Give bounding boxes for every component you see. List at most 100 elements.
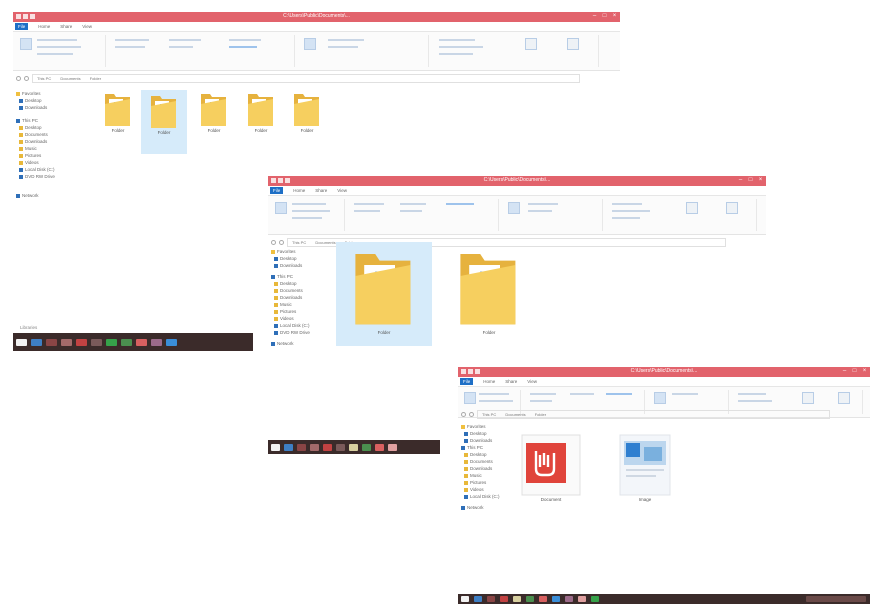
app-icon[interactable]	[539, 596, 547, 602]
back-button[interactable]	[271, 239, 276, 245]
nav-favorites[interactable]: Favorites	[458, 423, 513, 430]
nav-videos[interactable]: Videos	[458, 486, 513, 493]
nav-music[interactable]: Music	[458, 472, 513, 479]
tab-share[interactable]: Share	[315, 188, 327, 193]
folder-item[interactable]: Folder	[141, 90, 187, 154]
properties-icon[interactable]	[726, 202, 738, 214]
file-item[interactable]: Image	[610, 433, 680, 502]
nav-this-pc[interactable]: This PC	[458, 444, 513, 451]
tab-file[interactable]: File	[15, 23, 29, 30]
nav-network[interactable]: Network	[458, 504, 513, 511]
copy-icon[interactable]	[20, 38, 32, 50]
close-button[interactable]: ×	[757, 177, 764, 184]
breadcrumb-item[interactable]: Documents	[505, 412, 525, 417]
nav-documents[interactable]: Documents	[458, 458, 513, 465]
nav-downloads[interactable]: Downloads	[13, 104, 85, 111]
close-button[interactable]: ×	[611, 13, 618, 20]
properties-icon[interactable]	[838, 392, 850, 404]
maximize-button[interactable]: □	[601, 13, 608, 20]
nav-local-disk[interactable]: Local Disk (C:)	[13, 166, 85, 173]
app-icon[interactable]	[578, 596, 586, 602]
nav-desktop[interactable]: Desktop	[458, 430, 513, 437]
maximize-button[interactable]: □	[851, 368, 858, 375]
select-icon[interactable]	[686, 202, 698, 214]
breadcrumb-item[interactable]: Documents	[315, 240, 335, 245]
ie-icon[interactable]	[31, 338, 42, 346]
tab-share[interactable]: Share	[60, 24, 72, 29]
app-icon[interactable]	[121, 338, 132, 346]
forward-button[interactable]	[469, 411, 474, 417]
app-icon[interactable]	[375, 443, 384, 451]
copy-icon[interactable]	[275, 202, 287, 214]
tab-view[interactable]: View	[527, 379, 537, 384]
tab-view[interactable]: View	[337, 188, 347, 193]
select-icon[interactable]	[802, 392, 814, 404]
app-icon[interactable]	[151, 338, 162, 346]
title-bar[interactable]: C:\Users\Public\Documents\... – □ ×	[13, 12, 620, 22]
nav-desktop[interactable]: Desktop	[268, 255, 340, 262]
app-icon[interactable]	[500, 596, 508, 602]
back-button[interactable]	[16, 75, 21, 81]
nav-network[interactable]: Network	[13, 192, 85, 199]
app-icon[interactable]	[552, 596, 560, 602]
app-icon[interactable]	[166, 338, 177, 346]
nav-local-disk[interactable]: Local Disk (C:)	[268, 322, 340, 329]
nav-videos[interactable]: Videos	[13, 159, 85, 166]
new-folder-icon[interactable]	[304, 38, 316, 50]
nav-downloads[interactable]: Downloads	[458, 437, 513, 444]
nav-dvd-drive[interactable]: DVD RW Drive	[13, 173, 85, 180]
app-icon[interactable]	[349, 443, 358, 451]
tab-home[interactable]: Home	[38, 24, 50, 29]
app-icon[interactable]	[91, 338, 102, 346]
breadcrumb-item[interactable]: Folder	[90, 76, 101, 81]
breadcrumb-item[interactable]: Documents	[60, 76, 80, 81]
nav-this-pc[interactable]: This PC	[13, 117, 85, 124]
nav-music[interactable]: Music	[13, 145, 85, 152]
nav-this-pc[interactable]: This PC	[268, 273, 340, 280]
nav-videos[interactable]: Videos	[268, 315, 340, 322]
nav-documents[interactable]: Documents	[268, 287, 340, 294]
nav-pc-downloads[interactable]: Downloads	[458, 465, 513, 472]
close-button[interactable]: ×	[861, 368, 868, 375]
title-bar[interactable]: C:\Users\Public\Documents\... – □ ×	[458, 367, 870, 377]
select-icon[interactable]	[525, 38, 537, 50]
nav-pc-desktop[interactable]: Desktop	[268, 280, 340, 287]
app-icon[interactable]	[591, 596, 599, 602]
properties-icon[interactable]	[567, 38, 579, 50]
system-tray[interactable]	[806, 596, 866, 602]
nav-dvd-drive[interactable]: DVD RW Drive	[268, 329, 340, 336]
tab-view[interactable]: View	[82, 24, 92, 29]
title-bar[interactable]: C:\Users\Public\Documents\... – □ ×	[268, 176, 766, 186]
app-icon[interactable]	[336, 443, 345, 451]
breadcrumb-item[interactable]: This PC	[482, 412, 496, 417]
tab-file[interactable]: File	[270, 187, 284, 194]
start-icon[interactable]	[461, 596, 469, 602]
nav-favorites[interactable]: Favorites	[268, 248, 340, 255]
minimize-button[interactable]: –	[591, 13, 598, 20]
app-icon[interactable]	[388, 443, 397, 451]
app-icon[interactable]	[526, 596, 534, 602]
nav-pc-downloads[interactable]: Downloads	[13, 138, 85, 145]
app-icon[interactable]	[136, 338, 147, 346]
tab-share[interactable]: Share	[505, 379, 517, 384]
file-item[interactable]: Document	[516, 433, 586, 502]
folder-item[interactable]: Folder	[193, 90, 235, 133]
app-icon[interactable]	[297, 443, 306, 451]
app-icon[interactable]	[106, 338, 117, 346]
folder-item[interactable]: Folder	[287, 90, 327, 133]
breadcrumb-item[interactable]: This PC	[292, 240, 306, 245]
folder-item[interactable]: Folder	[446, 242, 532, 346]
app-icon[interactable]	[565, 596, 573, 602]
nav-local-disk[interactable]: Local Disk (C:)	[458, 493, 513, 500]
minimize-button[interactable]: –	[737, 177, 744, 184]
tab-home[interactable]: Home	[483, 379, 495, 384]
nav-pictures[interactable]: Pictures	[458, 479, 513, 486]
app-icon[interactable]	[487, 596, 495, 602]
nav-desktop[interactable]: Desktop	[13, 97, 85, 104]
start-icon[interactable]	[16, 338, 27, 346]
ie-icon[interactable]	[474, 596, 482, 602]
address-bar[interactable]: This PC Documents Folder	[32, 73, 580, 83]
back-button[interactable]	[461, 411, 466, 417]
folder-item[interactable]: Folder	[336, 242, 432, 346]
new-folder-icon[interactable]	[654, 392, 666, 404]
